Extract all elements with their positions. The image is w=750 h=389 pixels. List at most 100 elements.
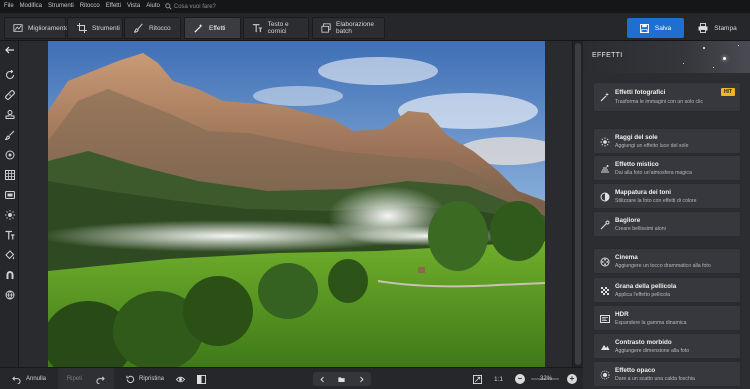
bandage-icon[interactable] <box>3 88 16 101</box>
card-desc: Creare bellissimi aloni <box>615 226 666 232</box>
film-reel-icon <box>599 256 611 268</box>
globe-icon[interactable] <box>3 288 16 301</box>
target-icon[interactable] <box>3 148 16 161</box>
effect-card-mappatura-dei-toni[interactable]: Mappatura dei toni Stilizzare la foto co… <box>593 183 741 209</box>
menu-vista[interactable]: Vista <box>124 0 143 13</box>
tab-ritocco[interactable]: Ritocco <box>124 17 181 39</box>
hit-badge: HIT <box>720 88 735 96</box>
tab-label: Miglioramento <box>28 24 69 32</box>
ratio-label: 1:1 <box>494 375 504 383</box>
menu-file[interactable]: File <box>0 0 17 13</box>
zoom-in-button[interactable]: + <box>567 368 577 389</box>
restore-label: Ripristina <box>139 376 165 382</box>
eye-icon <box>176 376 185 382</box>
image-navigation <box>313 372 371 386</box>
effect-card-hdr[interactable]: HDR Espandere la gamma dinamica <box>593 305 741 331</box>
undo-label: Annulla <box>26 376 47 382</box>
magic-wand-icon <box>599 91 611 103</box>
effect-card-effetti-fotografici[interactable]: Effetti fotografici Trasforma le immagin… <box>593 82 741 112</box>
tab-label: Effetti <box>209 24 226 32</box>
menu-bar: File Modifica Strumenti Ritocco Effetti … <box>0 0 750 13</box>
tab-label: Strumenti <box>92 24 120 32</box>
glow-icon <box>599 219 611 231</box>
menu-search[interactable]: Cosa vuoi fare? <box>165 3 216 10</box>
save-button[interactable]: Salva <box>627 18 684 38</box>
effect-card-effetto-mistico[interactable]: Effetto mistico Dai alla foto un'atmosfe… <box>593 155 741 181</box>
folder-icon[interactable] <box>338 376 346 383</box>
card-title: Effetti fotografici <box>615 89 666 96</box>
rotate-icon[interactable] <box>3 68 16 81</box>
save-icon <box>639 23 649 33</box>
plus-icon: + <box>567 374 577 384</box>
print-label: Stampa <box>714 24 737 32</box>
effect-card-raggi-del-sole[interactable]: Raggi del sole Aggiungi un effetto luce … <box>593 128 741 154</box>
card-title: Cinema <box>615 254 638 261</box>
preview-eye-button[interactable] <box>176 368 185 389</box>
grid-icon[interactable] <box>3 168 16 181</box>
effect-card-bagliore[interactable]: Bagliore Creare bellissimi aloni <box>593 211 741 237</box>
save-label: Salva <box>654 24 672 32</box>
enhance-icon <box>13 23 23 34</box>
photo-editor-window: File Modifica Strumenti Ritocco Effetti … <box>0 0 750 389</box>
card-title: Bagliore <box>615 217 641 224</box>
compare-button[interactable] <box>197 368 206 389</box>
sun-icon[interactable] <box>3 208 16 221</box>
fill-icon[interactable] <box>3 248 16 261</box>
card-title: Contrasto morbido <box>615 339 672 346</box>
actual-size-button[interactable]: 1:1 <box>494 368 503 389</box>
print-button[interactable]: Stampa <box>690 18 745 38</box>
card-title: Raggi del sole <box>615 134 658 141</box>
effect-card-cinema[interactable]: Cinema Aggiungere un tocco drammatico al… <box>593 248 741 274</box>
tab-strumenti[interactable]: Strumenti <box>67 17 123 39</box>
restore-icon <box>126 375 135 383</box>
batch-icon <box>321 23 331 34</box>
card-title: Mappatura dei toni <box>615 189 671 196</box>
chevron-right-icon[interactable] <box>358 376 365 383</box>
effect-card-grana-della-pellicola[interactable]: Grana della pellicola Applica l'effetto … <box>593 277 741 303</box>
tab-elaborazione-batch[interactable]: Elaborazione batch <box>312 17 385 39</box>
card-desc: Dai alla foto un'atmosfera magica <box>615 170 692 176</box>
text-icon[interactable] <box>3 228 16 241</box>
card-title: HDR <box>615 311 629 318</box>
scrollbar-thumb[interactable] <box>575 43 581 365</box>
menu-ritocco[interactable]: Ritocco <box>77 0 103 13</box>
undo-button[interactable]: Annulla <box>12 368 46 389</box>
effect-card-effetto-opaco[interactable]: Effetto opaco Dare a un scatto una calda… <box>593 361 741 387</box>
redo-icon <box>96 375 105 384</box>
undo-icon <box>12 375 21 384</box>
card-desc: Aggiungere un tocco drammatico alla foto <box>615 263 711 269</box>
fit-screen-icon <box>473 374 482 384</box>
menu-aiuto[interactable]: Aiuto <box>143 0 163 13</box>
menu-modifica[interactable]: Modifica <box>17 0 45 13</box>
search-icon <box>165 3 172 10</box>
effect-card-contrasto-morbido[interactable]: Contrasto morbido Aggiungere dimensione … <box>593 333 741 359</box>
canvas-area <box>19 41 572 367</box>
brush-icon[interactable] <box>3 128 16 141</box>
landscape-photo[interactable] <box>48 41 545 367</box>
fit-screen-button[interactable] <box>473 368 482 389</box>
effects-panel: EFFETTI Effetti fotografici Trasforma le… <box>583 41 750 389</box>
panel-title: EFFETTI <box>592 52 623 59</box>
left-toolbar <box>0 41 19 367</box>
tab-testo-e-cornici[interactable]: Testo e cornici <box>243 17 309 39</box>
zoom-out-button[interactable]: – <box>515 368 525 389</box>
tab-effetti[interactable]: Effetti <box>184 17 241 39</box>
card-desc: Applica l'effetto pellicola <box>615 292 671 298</box>
menu-strumenti[interactable]: Strumenti <box>45 0 77 13</box>
back-arrow-icon[interactable] <box>3 43 16 56</box>
chevron-left-icon[interactable] <box>319 376 326 383</box>
sun-rays-icon <box>599 136 611 148</box>
card-desc: Stilizzare la foto con effetti di colore <box>615 198 697 204</box>
tab-miglioramento[interactable]: Miglioramento <box>4 17 69 39</box>
card-title: Effetto opaco <box>615 367 656 374</box>
tab-label: Ritocco <box>149 24 171 32</box>
restore-button[interactable]: Ripristina <box>126 368 164 389</box>
hdr-icon <box>599 313 611 325</box>
redo-button[interactable]: Ripeti <box>58 368 114 389</box>
magnet-icon[interactable] <box>3 268 16 281</box>
menu-effetti[interactable]: Effetti <box>103 0 124 13</box>
frame-icon[interactable] <box>3 188 16 201</box>
stamp-icon[interactable] <box>3 108 16 121</box>
matte-icon <box>599 369 611 381</box>
panel-scrollbar[interactable] <box>572 41 583 367</box>
